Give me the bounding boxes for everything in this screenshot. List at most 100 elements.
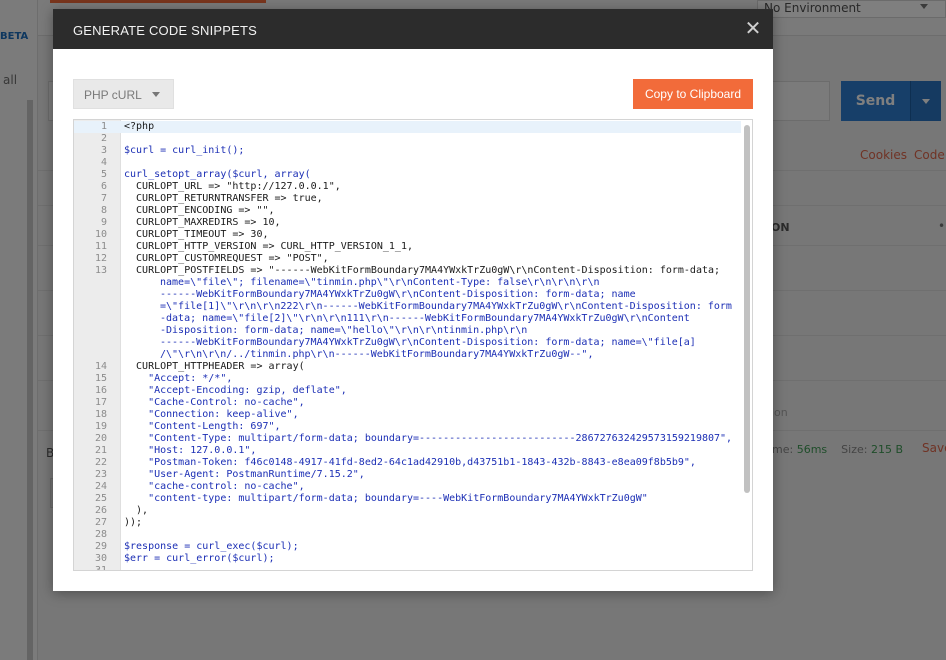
code-editor[interactable]: 1 <?php 2 3 $curl = curl_init(); 4 5 curl_setop… (73, 119, 753, 571)
line-number: 4 (100, 157, 107, 168)
code-line: 3 $curl = curl_init(); (74, 145, 741, 157)
line-text: $response = curl_exec($curl); (124, 541, 299, 552)
line-text: CURLOPT_TIMEOUT => 30, (124, 229, 269, 240)
line-text: "Host: 127.0.0.1", (124, 445, 257, 456)
line-text: "cache-control: no-cache", (124, 481, 305, 492)
code-line: 24 "cache-control: no-cache", (74, 481, 741, 493)
modal-header: GENERATE CODE SNIPPETS ✕ (53, 9, 773, 49)
generate-code-modal: GENERATE CODE SNIPPETS ✕ PHP cURL Copy t… (53, 9, 773, 591)
code-line: 23 "User-Agent: PostmanRuntime/7.15.2", (74, 469, 741, 481)
line-number: 16 (94, 385, 107, 396)
line-number: 13 (94, 265, 107, 276)
line-text: =\"file[1]\"\r\n\r\n222\r\n------WebKitF… (160, 301, 732, 312)
copy-to-clipboard-button[interactable]: Copy to Clipboard (633, 79, 753, 109)
line-number: 31 (94, 565, 107, 571)
line-text: "User-Agent: PostmanRuntime/7.15.2", (124, 469, 365, 480)
line-text: "Accept-Encoding: gzip, deflate", (124, 385, 347, 396)
line-number: 25 (94, 493, 107, 504)
line-text: CURLOPT_URL => "http://127.0.0.1", (124, 181, 341, 192)
line-number: 28 (94, 529, 107, 540)
line-text: "Cache-Control: no-cache", (124, 397, 305, 408)
line-number: 21 (94, 445, 107, 456)
code-line: =\"file[1]\"\r\n\r\n222\r\n------WebKitF… (74, 301, 741, 313)
modal-title: GENERATE CODE SNIPPETS (73, 23, 258, 38)
code-line: 4 (74, 157, 741, 169)
line-text: CURLOPT_HTTP_VERSION => CURL_HTTP_VERSIO… (124, 241, 413, 252)
code-line: 14 CURLOPT_HTTPHEADER => array( (74, 361, 741, 373)
close-icon[interactable]: ✕ (744, 18, 762, 38)
line-text: -Disposition: form-data; name=\"hello\"\… (160, 325, 528, 336)
line-text: ------WebKitFormBoundary7MA4YWxkTrZu0gW\… (160, 289, 636, 300)
line-number: 27 (94, 517, 107, 528)
line-number: 3 (100, 145, 107, 156)
line-number: 24 (94, 481, 107, 492)
scrollbar-thumb[interactable] (744, 125, 750, 493)
code-line: 1 <?php (74, 121, 741, 133)
line-number: 11 (94, 241, 107, 252)
code-line: 15 "Accept: */*", (74, 373, 741, 385)
line-text: ), (124, 505, 149, 516)
code-line: 7 CURLOPT_RETURNTRANSFER => true, (74, 193, 741, 205)
line-number: 14 (94, 361, 107, 372)
line-text: CURLOPT_HTTPHEADER => array( (124, 361, 305, 372)
language-select[interactable]: PHP cURL (73, 79, 174, 109)
code-line: -Disposition: form-data; name=\"hello\"\… (74, 325, 741, 337)
code-line: 19 "Content-Length: 697", (74, 421, 741, 433)
code-lines: 1 <?php 2 3 $curl = curl_init(); 4 5 curl_setop… (74, 121, 741, 571)
line-text: CURLOPT_POSTFIELDS => "------WebKitFormB… (124, 265, 721, 276)
code-line: 5 curl_setopt_array($curl, array( (74, 169, 741, 181)
code-line: 29 $response = curl_exec($curl); (74, 541, 741, 553)
code-line: 12 CURLOPT_CUSTOMREQUEST => "POST", (74, 253, 741, 265)
line-number: 17 (94, 397, 107, 408)
line-text: /\"\r\n\r\n/../tinmin.php\r\n------WebKi… (160, 349, 594, 360)
line-text: ------WebKitFormBoundary7MA4YWxkTrZu0gW\… (160, 337, 696, 348)
line-text: <?php (124, 121, 155, 132)
code-line: 30 $err = curl_error($curl); (74, 553, 741, 565)
code-line: 28 (74, 529, 741, 541)
code-area[interactable]: 1 <?php 2 3 $curl = curl_init(); 4 5 curl_setop… (74, 120, 741, 571)
line-text: "Content-Length: 697", (124, 421, 281, 432)
code-line: 6 CURLOPT_URL => "http://127.0.0.1", (74, 181, 741, 193)
line-text: "Accept: */*", (124, 373, 233, 384)
line-text: CURLOPT_RETURNTRANSFER => true, (124, 193, 323, 204)
line-number: 6 (100, 181, 107, 192)
code-line: 20 "Content-Type: multipart/form-data; b… (74, 433, 741, 445)
line-text: $curl = curl_init(); (124, 145, 245, 156)
line-number: 10 (94, 229, 107, 240)
language-label: PHP cURL (84, 88, 142, 102)
code-line: 25 "content-type: multipart/form-data; b… (74, 493, 741, 505)
code-line: 31 (74, 565, 741, 571)
line-number: 19 (94, 421, 107, 432)
line-number: 1 (100, 121, 107, 132)
code-line: 27)); (74, 517, 741, 529)
line-text: CURLOPT_MAXREDIRS => 10, (124, 217, 281, 228)
line-text: -data; name=\"file[2]\"\r\n\r\n111\r\n--… (160, 313, 690, 324)
line-text: CURLOPT_CUSTOMREQUEST => "POST", (124, 253, 329, 264)
line-text: curl_setopt_array($curl, array( (124, 169, 311, 180)
line-number: 20 (94, 433, 107, 444)
line-text: "Content-Type: multipart/form-data; boun… (124, 433, 733, 444)
line-text: name=\"file\"; filename=\"tinmin.php\"\r… (160, 277, 600, 288)
code-line: 11 CURLOPT_HTTP_VERSION => CURL_HTTP_VER… (74, 241, 741, 253)
line-number: 23 (94, 469, 107, 480)
line-text: CURLOPT_ENCODING => "", (124, 205, 275, 216)
line-number: 30 (94, 553, 107, 564)
code-line: 21 "Host: 127.0.0.1", (74, 445, 741, 457)
chevron-down-icon (152, 92, 160, 97)
line-number: 7 (100, 193, 107, 204)
editor-scrollbar[interactable] (741, 120, 752, 570)
code-line: 13 CURLOPT_POSTFIELDS => "------WebKitFo… (74, 265, 741, 277)
line-text: "content-type: multipart/form-data; boun… (124, 493, 648, 504)
line-text: "Postman-Token: f46c0148-4917-41fd-8ed2-… (124, 457, 696, 468)
line-number: 22 (94, 457, 107, 468)
code-line: 10 CURLOPT_TIMEOUT => 30, (74, 229, 741, 241)
line-number: 26 (94, 505, 107, 516)
code-line: /\"\r\n\r\n/../tinmin.php\r\n------WebKi… (74, 349, 741, 361)
line-number: 5 (100, 169, 107, 180)
line-number: 29 (94, 541, 107, 552)
code-line: name=\"file\"; filename=\"tinmin.php\"\r… (74, 277, 741, 289)
code-line: 26 ), (74, 505, 741, 517)
line-number: 2 (100, 133, 107, 144)
code-line: 16 "Accept-Encoding: gzip, deflate", (74, 385, 741, 397)
line-text: )); (124, 517, 143, 528)
